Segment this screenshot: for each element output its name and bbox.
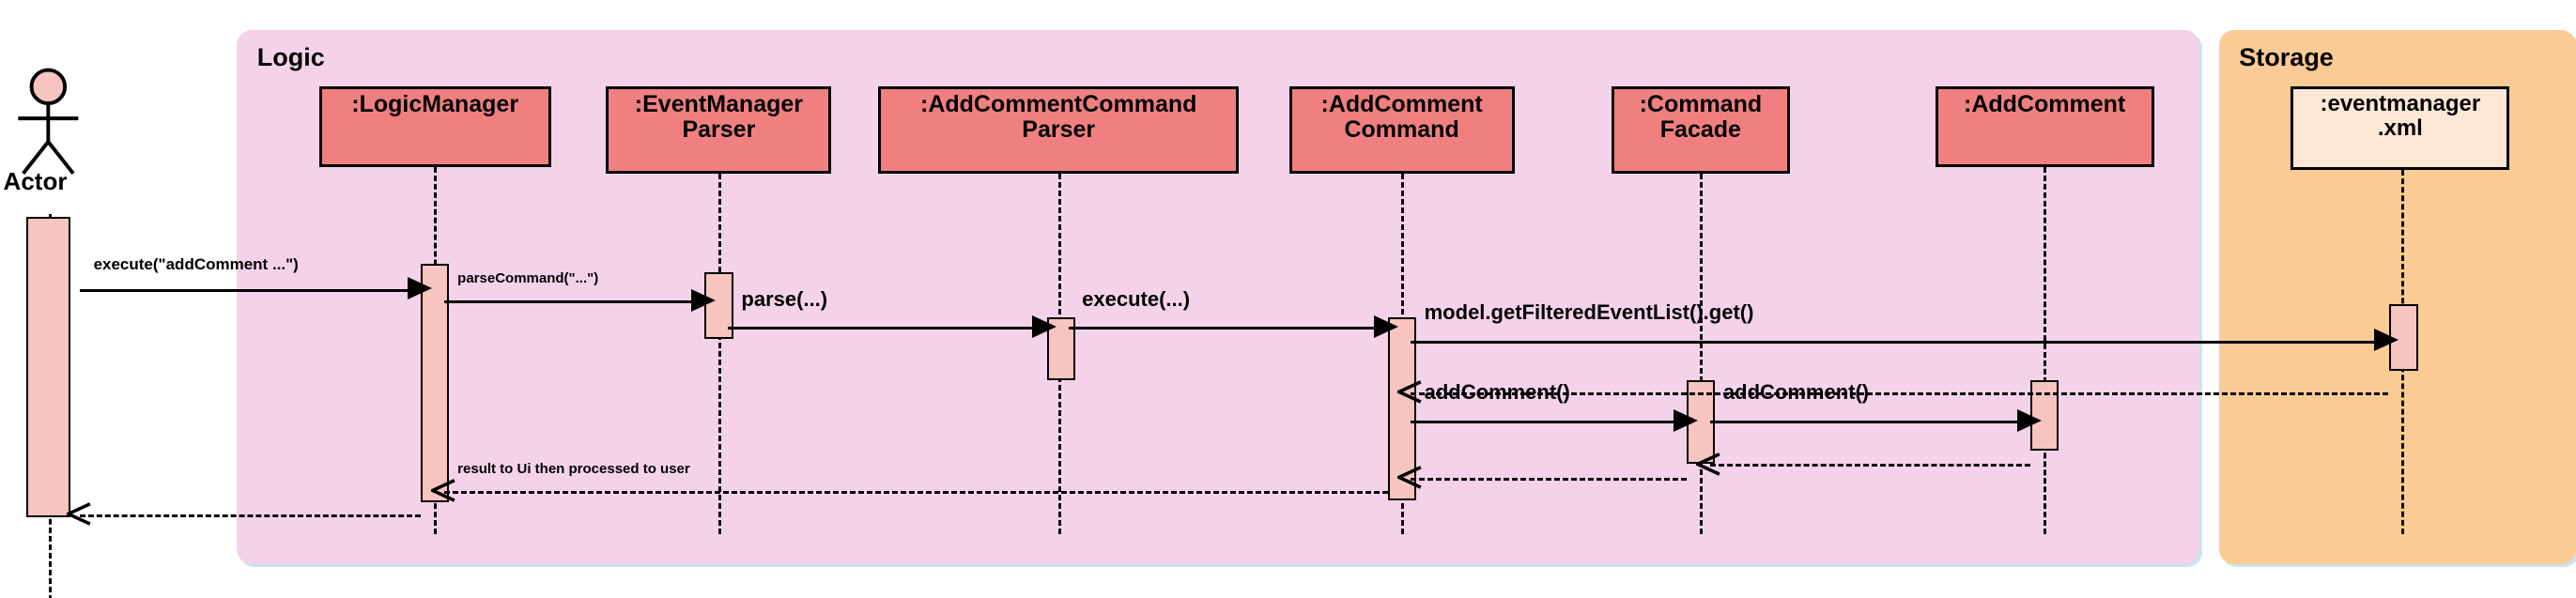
message-line-m10 xyxy=(1411,477,1687,481)
lifeline-addcomment xyxy=(2044,166,2047,534)
message-line-m1 xyxy=(80,288,422,292)
lifeline-eventmanagerparser xyxy=(717,173,721,534)
participant-addcommentcommand: :AddComment Command xyxy=(1288,86,1515,174)
lifeline-commandfacade xyxy=(1700,173,1703,534)
arrow-open-m12 xyxy=(64,502,91,527)
arrow-open-m9 xyxy=(1693,452,1721,477)
participant-commandfacade: :Command Facade xyxy=(1611,86,1790,174)
message-label-m7: addComment() xyxy=(1424,380,1570,405)
message-line-m4 xyxy=(1068,327,1388,330)
message-label-m4: execute(...) xyxy=(1082,286,1191,311)
participant-logicmanager: :LogicManager xyxy=(318,86,551,167)
message-line-m7 xyxy=(1411,421,1687,424)
message-line-m8 xyxy=(1709,421,2031,424)
participant-addcomment: :AddComment xyxy=(1935,86,2154,167)
message-label-m11: result to Ui then processed to user xyxy=(457,460,690,477)
message-label-m1: execute("addComment ...") xyxy=(93,255,299,274)
message-line-m12 xyxy=(80,514,422,517)
package-title-logic: Logic xyxy=(256,43,325,72)
message-label-m2: parseCommand("...") xyxy=(457,270,599,287)
message-line-m9 xyxy=(1709,464,2031,468)
message-label-m3: parse(...) xyxy=(741,286,828,311)
arrowhead-m1 xyxy=(407,277,432,300)
message-label-m5: model.getFilteredEventList().get() xyxy=(1424,300,1754,325)
message-label-m8: addComment() xyxy=(1722,380,1870,405)
message-line-m3 xyxy=(728,327,1046,330)
message-line-m11 xyxy=(443,490,1388,494)
message-line-m2 xyxy=(443,300,705,304)
arrowhead-m4 xyxy=(1374,315,1399,339)
participant-addcommentcommandparser: :AddCommentCommand Parser xyxy=(878,86,1240,174)
package-title-storage: Storage xyxy=(2239,43,2334,72)
arrow-open-m11 xyxy=(428,479,455,503)
participant-eventmanagerparser: :EventManager Parser xyxy=(606,86,832,174)
actor-label: Actor xyxy=(3,166,68,195)
arrowhead-m3 xyxy=(1031,315,1057,339)
arrow-open-m6 xyxy=(1395,380,1422,405)
arrow-open-m10 xyxy=(1395,466,1422,490)
sequence-diagram-canvas: Logic Storage Actor :LogicManager :EventMana… xyxy=(0,0,2576,598)
activation-actor xyxy=(26,217,70,518)
arrowhead-m2 xyxy=(691,288,717,312)
arrowhead-m7 xyxy=(1673,408,1698,432)
arrowhead-m5 xyxy=(2374,329,2399,352)
message-line-m5 xyxy=(1411,340,2388,344)
arrowhead-m8 xyxy=(2016,408,2042,432)
participant-eventmanagerxml: :eventmanager .xml xyxy=(2291,86,2510,171)
